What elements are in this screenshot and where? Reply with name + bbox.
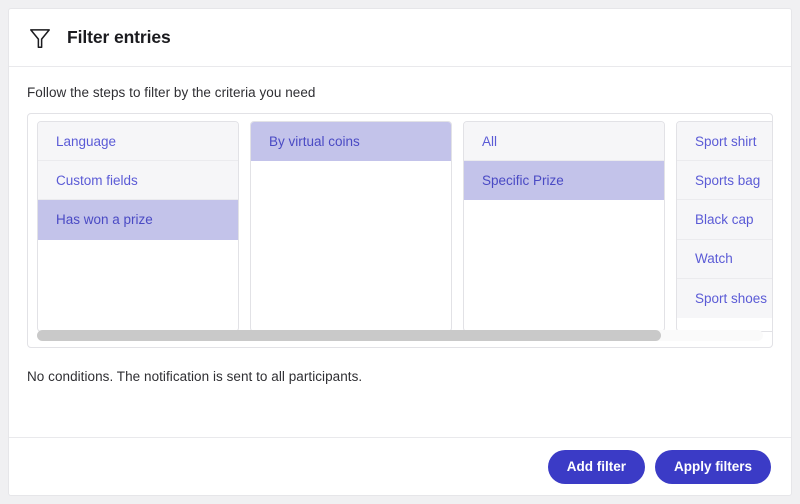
- cascader-item[interactable]: Has won a prize: [38, 200, 238, 240]
- add-filter-button[interactable]: Add filter: [547, 449, 645, 484]
- dialog-body: Follow the steps to filter by the criter…: [9, 67, 791, 437]
- cascader-item[interactable]: By virtual coins: [251, 122, 451, 162]
- cascader-column-criteria: Language Custom fields Has won a prize: [37, 121, 239, 332]
- cascader-columns: Language Custom fields Has won a prize By v…: [28, 121, 772, 332]
- cascader-item[interactable]: Black cap: [677, 200, 772, 240]
- cascader-scroll-thumb[interactable]: [37, 330, 662, 341]
- cascader-item[interactable]: Watch: [677, 239, 772, 279]
- cascader-item[interactable]: Sport shirt: [677, 122, 772, 162]
- cascader-column-prize-type: By virtual coins: [250, 121, 452, 332]
- instruction-text: Follow the steps to filter by the criter…: [27, 85, 316, 100]
- cascader-horizontal-scrollbar[interactable]: [37, 330, 763, 341]
- filter-entries-dialog: Filter entries Follow the steps to filte…: [8, 8, 792, 496]
- filter-cascader: Language Custom fields Has won a prize By v…: [27, 113, 773, 348]
- cascader-item[interactable]: All: [464, 122, 664, 162]
- cascader-column-prize-scope: All Specific Prize: [463, 121, 665, 332]
- apply-filters-button[interactable]: Apply filters: [654, 449, 771, 484]
- dialog-header: Filter entries: [9, 9, 791, 67]
- cascader-item[interactable]: Language: [38, 122, 238, 162]
- funnel-icon: [30, 28, 50, 48]
- cascader-column-prize-list: Sport shirt Sports bag Black cap Watch Sport…: [676, 121, 772, 332]
- cascader-item[interactable]: Sport shoes: [677, 278, 772, 318]
- cascader-item[interactable]: Specific Prize: [464, 161, 664, 201]
- page-title: Filter entries: [67, 27, 171, 47]
- cascader-item[interactable]: Custom fields: [38, 161, 238, 201]
- no-conditions-text: No conditions. The notification is sent …: [27, 369, 363, 384]
- cascader-item[interactable]: Sports bag: [677, 161, 772, 201]
- dialog-footer: Add filter Apply filters: [9, 437, 791, 495]
